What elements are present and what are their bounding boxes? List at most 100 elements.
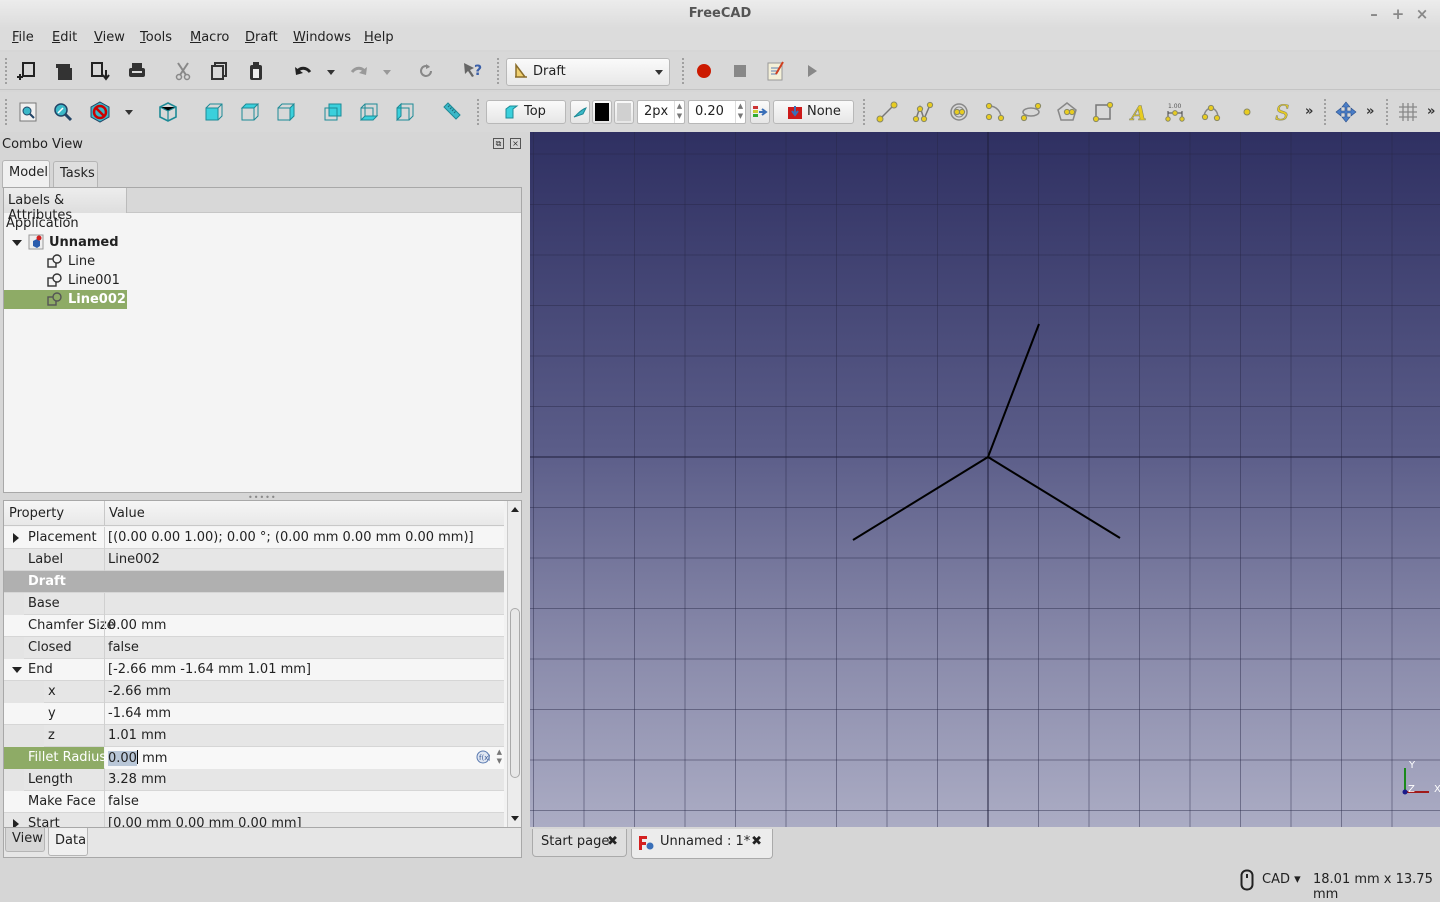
draft-text-icon[interactable]: A [1126,99,1152,125]
draft-arc-icon[interactable] [982,99,1008,125]
doc-tab-start-page[interactable]: Start page ✖ [532,829,627,857]
save-icon[interactable] [87,58,113,84]
property-row-end-x[interactable]: x -2.66 mm [4,681,504,703]
menu-tools[interactable]: Tools [140,30,172,45]
float-dock-icon[interactable]: ⧉ [493,138,504,149]
view-top-icon[interactable] [237,99,263,125]
tree-item-line002[interactable]: Line002 [4,290,127,309]
construction-mode-button[interactable] [570,100,590,124]
toolbar-grip[interactable] [5,99,8,125]
tree-item-line[interactable]: Line [44,252,144,271]
close-tab-icon[interactable]: ✖ [751,834,762,849]
draft-point-icon[interactable] [1234,99,1260,125]
draft-line-object[interactable] [987,323,1040,458]
column-value[interactable]: Value [109,506,145,521]
draft-grid-icon[interactable] [1395,99,1421,125]
workbench-selector[interactable]: Draft [506,58,670,86]
draft-ellipse-icon[interactable] [1018,99,1044,125]
redo-icon[interactable] [346,58,372,84]
fit-selection-icon[interactable] [50,99,76,125]
property-row-fillet-radius[interactable]: Fillet Radius 0.00 mm f(x) ▲ ▼ [4,747,504,769]
tree-column-header[interactable]: Labels & Attributes [4,188,127,223]
fillet-radius-input[interactable]: 0.00 mm f(x) ▲ ▼ [105,747,504,769]
line-color-button[interactable] [592,100,612,124]
toolbar-grip[interactable] [5,58,8,84]
refresh-icon[interactable] [413,58,439,84]
whats-this-icon[interactable]: ? [459,58,485,84]
tree-document-row[interactable]: Unnamed [4,233,204,252]
toolbar-grip[interactable] [863,99,866,125]
scroll-up-icon[interactable] [511,507,519,512]
working-plane-button[interactable]: Top [486,100,566,124]
toolbar-grip[interactable] [477,99,480,125]
spin-arrows-icon[interactable]: ▲ ▼ [674,101,684,123]
scroll-down-icon[interactable] [511,816,519,821]
tab-data[interactable]: Data [48,828,88,856]
navigation-style-selector[interactable]: CAD ▾ [1262,872,1301,887]
undo-dropdown-icon[interactable] [327,70,335,75]
tab-model[interactable]: Model [2,160,50,188]
overflow-chevron-icon[interactable]: » [1305,104,1313,119]
view-left-icon[interactable] [392,99,418,125]
cut-icon[interactable] [170,58,196,84]
expression-icon[interactable]: f(x) [476,750,491,768]
column-property[interactable]: Property [9,506,64,521]
font-size-spinbox[interactable]: 0.20 ▲ ▼ [688,100,746,124]
overflow-chevron-icon[interactable]: » [1427,104,1435,119]
draft-line-object[interactable] [852,456,989,541]
property-row-length[interactable]: Length 3.28 mm [4,769,504,791]
execute-macro-icon[interactable] [799,58,825,84]
maximize-button[interactable]: + [1388,4,1408,24]
draft-circle-icon[interactable] [946,99,972,125]
face-color-button[interactable] [614,100,634,124]
menu-edit[interactable]: Edit [52,30,77,45]
toolbar-grip[interactable] [1324,99,1327,125]
property-scrollbar[interactable] [507,501,521,827]
spin-arrows-icon[interactable]: ▲ ▼ [735,101,745,123]
spin-arrows-icon[interactable]: ▲ ▼ [497,748,502,766]
property-row-end-z[interactable]: z 1.01 mm [4,725,504,747]
menu-macro[interactable]: Macro [190,30,229,45]
new-document-icon[interactable] [14,58,40,84]
toolbar-grip[interactable] [1386,99,1389,125]
line-width-spinbox[interactable]: 2px ▲ ▼ [637,100,685,124]
edit-macros-icon[interactable] [763,58,789,84]
view-bottom-icon[interactable] [356,99,382,125]
draft-wire-icon[interactable] [910,99,936,125]
expand-arrow-icon[interactable] [13,819,19,827]
view-right-icon[interactable] [273,99,299,125]
menu-file[interactable]: File [12,30,34,45]
draft-polygon-icon[interactable] [1054,99,1080,125]
apply-style-button[interactable] [750,100,770,124]
toolbar-grip[interactable] [497,58,500,84]
view-isometric-icon[interactable] [155,99,181,125]
menu-draft[interactable]: Draft [245,30,278,45]
tree-item-line001[interactable]: Line001 [44,271,144,290]
menu-windows[interactable]: Windows [293,30,351,45]
scrollbar-thumb[interactable] [510,608,520,778]
menu-help[interactable]: Help [364,30,394,45]
redo-dropdown-icon[interactable] [383,70,391,75]
viewport-canvas[interactable] [530,132,1440,827]
collapse-arrow-icon[interactable] [12,667,22,673]
draft-move-icon[interactable] [1333,99,1359,125]
property-row-end-y[interactable]: y -1.64 mm [4,703,504,725]
draft-rectangle-icon[interactable] [1090,99,1116,125]
property-row-placement[interactable]: Placement [(0.00 0.00 1.00); 0.00 °; (0.… [4,527,504,549]
property-row-label[interactable]: Label Line002 [4,549,504,571]
3d-viewport[interactable]: Y X Z [530,132,1440,827]
property-row-chamfer-size[interactable]: Chamfer Size 0.00 mm [4,615,504,637]
property-row-start[interactable]: Start [0.00 mm 0.00 mm 0.00 mm] [4,813,504,827]
copy-icon[interactable] [206,58,232,84]
view-front-icon[interactable] [201,99,227,125]
doc-tab-unnamed[interactable]: Unnamed : 1* ✖ [631,829,773,859]
fit-all-icon[interactable] [15,99,41,125]
draw-style-icon[interactable] [87,99,113,125]
draft-dimension-icon[interactable]: 1.00 [1162,99,1188,125]
property-row-closed[interactable]: Closed false [4,637,504,659]
draft-line-icon[interactable] [874,99,900,125]
expand-arrow-icon[interactable] [12,240,22,246]
draft-shapestring-icon[interactable]: S [1270,99,1296,125]
draft-line-object[interactable] [987,456,1121,539]
close-tab-icon[interactable]: ✖ [607,834,618,849]
